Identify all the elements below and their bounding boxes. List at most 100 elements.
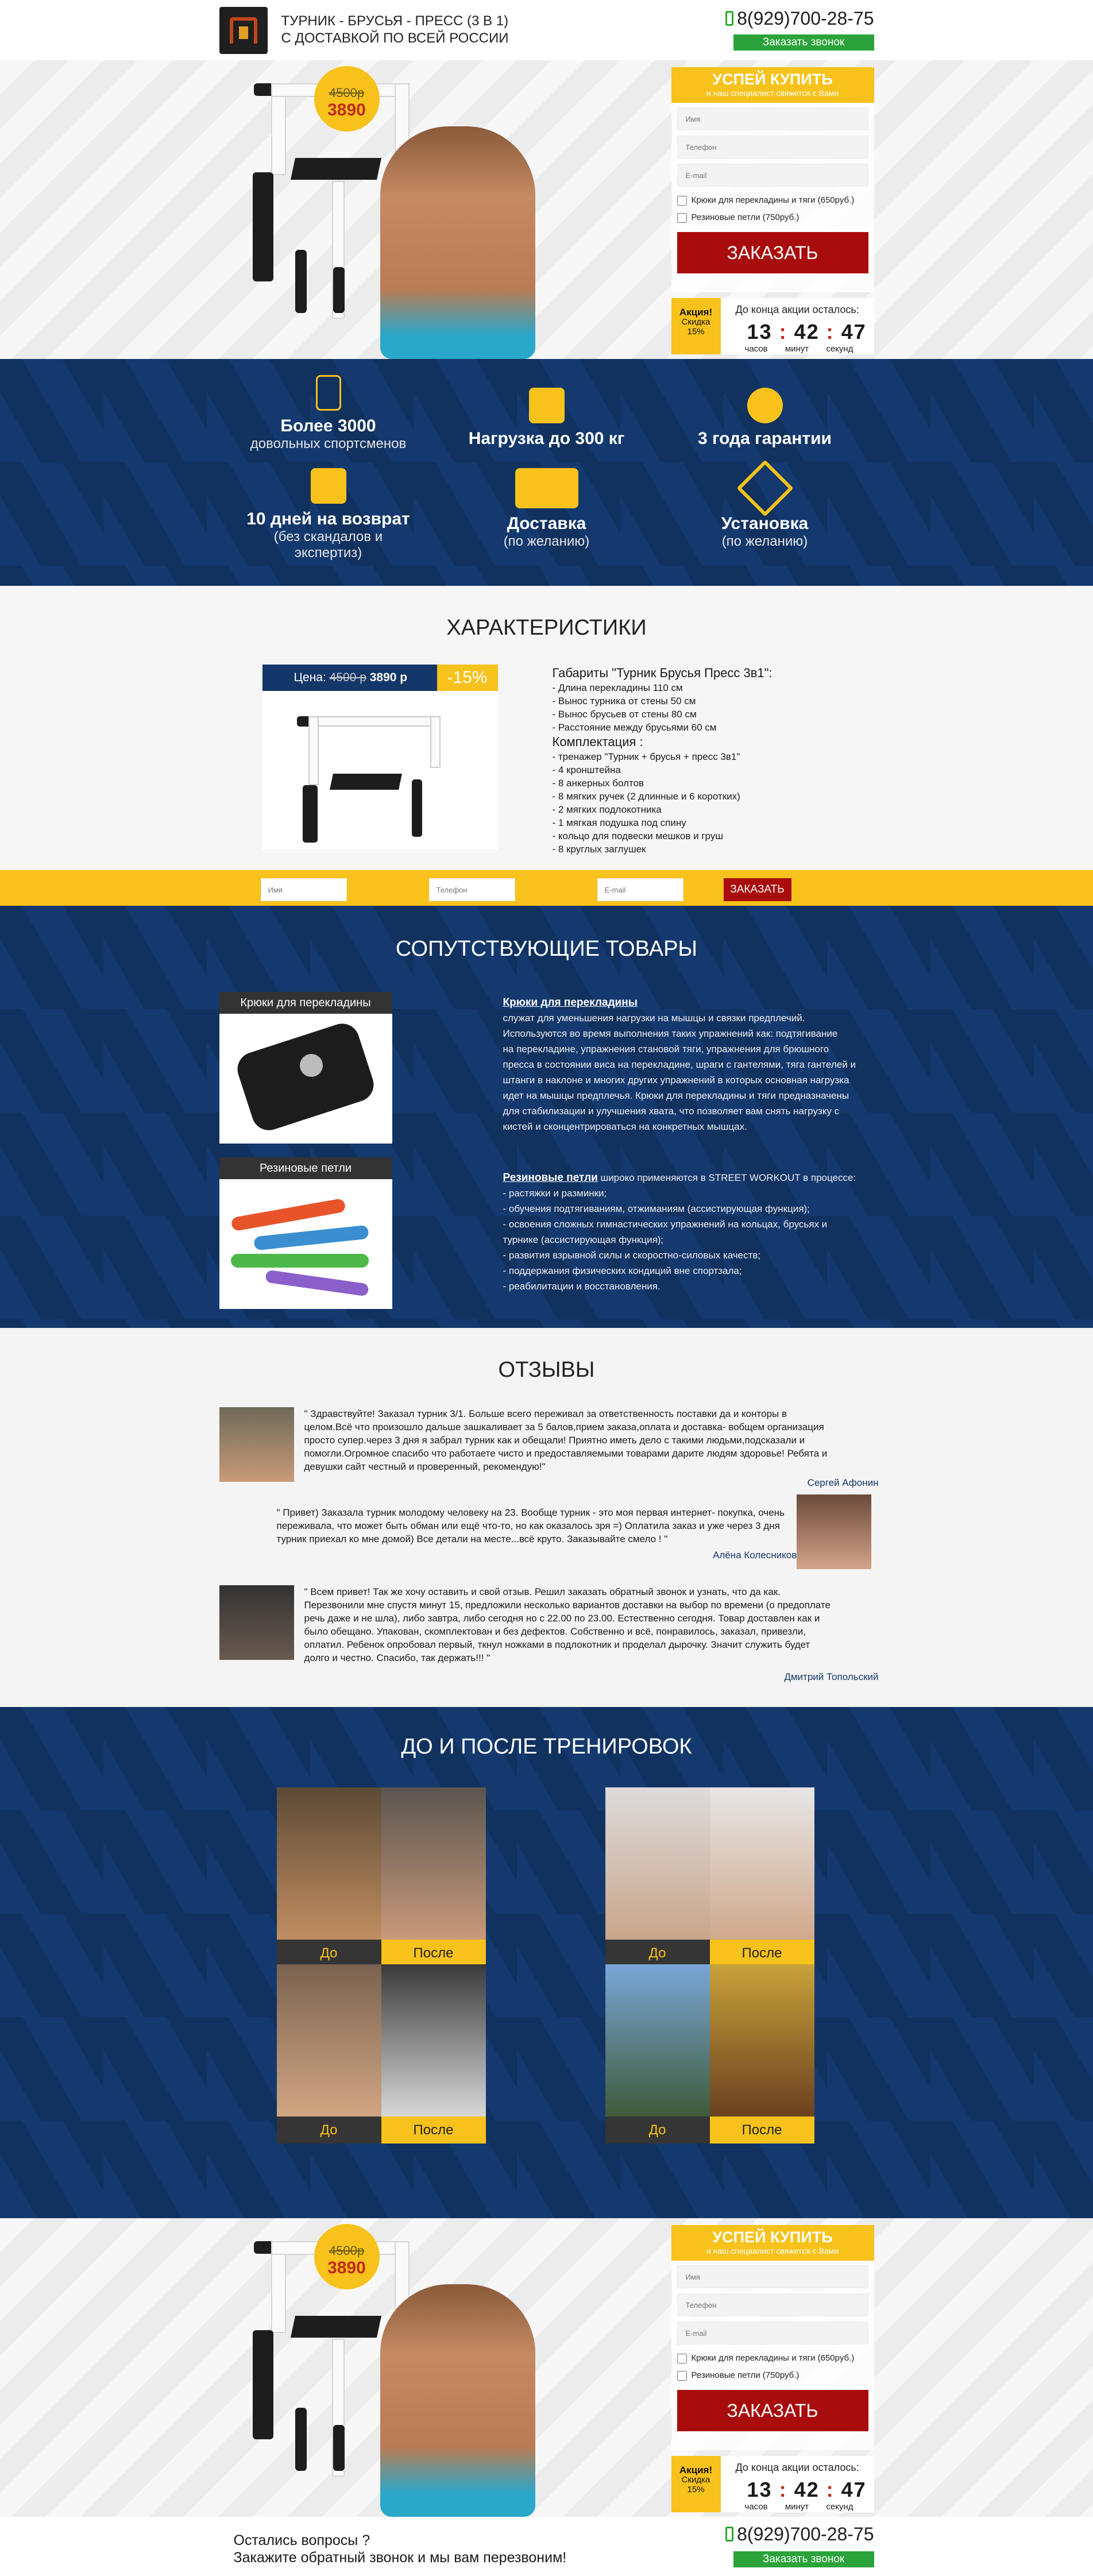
reviewer-name: Дмитрий Топольский xyxy=(784,1671,879,1682)
title-line-1: ТУРНИК - БРУСЬЯ - ПРЕСС (3 в 1) xyxy=(281,13,509,29)
hooks-image xyxy=(219,1014,392,1144)
specifications: Габариты "Турник Брусья Пресс 3в1": - Дл… xyxy=(553,665,874,856)
bar-name-input[interactable] xyxy=(260,878,347,901)
after-photo xyxy=(381,1964,486,2117)
before-label: До xyxy=(605,2117,710,2144)
bands-image xyxy=(219,1179,392,1309)
option-hooks[interactable]: Крюки для перекладины и тяги (650руб.) xyxy=(677,2350,868,2367)
product-image xyxy=(280,699,481,843)
feature-customers: Более 3000 довольных спортсменов xyxy=(219,375,438,452)
before-photo xyxy=(605,1787,710,1940)
kit-title: Комплектация : xyxy=(552,735,643,749)
related-card-bands[interactable]: Резиновые петли xyxy=(219,1157,392,1309)
related-card-hooks[interactable]: Крюки для перекладины xyxy=(219,992,392,1144)
after-photo xyxy=(709,1787,814,1940)
promo-badge: Акция! Скидка 15% xyxy=(671,2456,721,2512)
bands-checkbox[interactable] xyxy=(677,213,687,223)
tools-icon xyxy=(736,459,793,517)
before-label: До xyxy=(605,1940,710,1967)
hero-section-bottom: 4500р 3890 УСПЕЙ КУПИТЬ и наш специалист… xyxy=(0,2218,1093,2517)
order-form-header: УСПЕЙ КУПИТЬ и наш специалист свяжется с… xyxy=(671,67,874,103)
footer-phone[interactable]: 8(929)700-28-75 xyxy=(725,2524,874,2545)
timer-label: До конца акции осталось: xyxy=(735,304,859,315)
review-3: " Всем привет! Так же хочу оставить и св… xyxy=(304,1586,879,1682)
order-button[interactable]: ЗАКАЗАТЬ xyxy=(677,232,868,273)
after-photo xyxy=(381,1787,486,1940)
email-input[interactable] xyxy=(677,164,868,187)
medal-icon xyxy=(747,388,783,423)
hooks-checkbox[interactable] xyxy=(677,2353,687,2363)
before-photo xyxy=(605,1964,710,2117)
related-card-title: Резиновые петли xyxy=(219,1157,392,1179)
name-input[interactable] xyxy=(677,107,868,130)
phone-icon xyxy=(725,11,734,26)
kit-line: - 1 мягкая подушка под спину xyxy=(552,817,686,828)
before-photo xyxy=(276,1964,381,2117)
spec-line: - Длина перекладины 110 см xyxy=(552,682,683,693)
order-form-title: УСПЕЙ КУПИТЬ xyxy=(712,71,833,88)
new-price: 3890 xyxy=(327,2258,366,2277)
old-price: 4500р xyxy=(329,86,365,100)
bar-phone-input[interactable] xyxy=(428,878,515,901)
product-card: Цена: 4500 р 3890 р -15% xyxy=(262,665,498,849)
after-label: После xyxy=(381,1940,486,1967)
feature-return: 10 дней на возврат (без скандалов и экспе… xyxy=(219,468,438,561)
phone-icon xyxy=(725,2527,734,2542)
after-label: После xyxy=(381,2117,486,2144)
reviewer-name: Алёна Колесникова xyxy=(713,1550,802,1561)
reviewer-name: Сергей Афонин xyxy=(807,1477,879,1488)
before-after-section: ДО И ПОСЛЕ ТРЕНИРОВОК До После До После … xyxy=(0,1707,1093,2218)
order-form-header: УСПЕЙ КУПИТЬ и наш специалист свяжется с… xyxy=(671,2225,874,2261)
box-icon xyxy=(310,468,346,504)
call-request-button[interactable]: Заказать звонок xyxy=(733,34,874,51)
footer: Остались вопросы ? Закажите обратный звон… xyxy=(0,2517,1093,2576)
timer-units: часов минут секунд xyxy=(744,344,853,354)
new-price: 3890 xyxy=(327,101,366,119)
price-badge: 4500р 3890 xyxy=(314,2224,380,2289)
after-label: После xyxy=(709,2117,814,2144)
kit-line: - 8 мягких ручек (2 длинные и 6 коротких… xyxy=(552,791,740,802)
reviews-section: ОТЗЫВЫ " Здравствуйте! Заказал турник 3/… xyxy=(0,1328,1093,1707)
feature-load: Нагрузка до 300 кг xyxy=(438,388,656,449)
hooks-description: Крюки для перекладины служат для уменьше… xyxy=(503,997,856,1132)
athlete-photo xyxy=(380,126,535,359)
bar-order-button[interactable]: ЗАКАЗАТЬ xyxy=(723,878,791,901)
before-photo xyxy=(276,1787,381,1940)
before-label: До xyxy=(276,1940,381,1967)
site-title: ТУРНИК - БРУСЬЯ - ПРЕСС (3 в 1) С ДОСТАВ… xyxy=(281,13,509,47)
promo-badge: Акция! Скидка 15% xyxy=(671,298,721,354)
before-label: До xyxy=(276,2117,381,2144)
hooks-checkbox[interactable] xyxy=(677,195,687,206)
timer-label: До конца акции осталось: xyxy=(735,2462,859,2473)
athlete-photo xyxy=(380,2284,535,2517)
athlete-icon xyxy=(315,375,341,411)
discount-badge: -15% xyxy=(437,665,498,691)
countdown-timer: Акция! Скидка 15% До конца акции осталось:… xyxy=(671,2456,874,2512)
price-badge: 4500р 3890 xyxy=(314,66,380,132)
logo-icon[interactable] xyxy=(219,7,268,54)
spec-line: - Расстояние между брусьями 60 см xyxy=(552,722,717,733)
phone-input[interactable] xyxy=(677,2293,868,2316)
phone-input[interactable] xyxy=(677,136,868,159)
related-goods-section: СОПУТСТВУЮЩИЕ ТОВАРЫ Крюки для переклади… xyxy=(0,906,1093,1328)
header-phone[interactable]: 8(929)700-28-75 xyxy=(725,8,874,29)
option-bands[interactable]: Резиновые петли (750руб.) xyxy=(677,2367,868,2384)
timer-digits: 13 : 42 : 47 xyxy=(747,2478,867,2501)
option-bands[interactable]: Резиновые петли (750руб.) xyxy=(677,209,868,226)
bar-email-input[interactable] xyxy=(597,878,683,901)
after-photo xyxy=(709,1964,814,2117)
kit-line: - 8 круглых заглушек xyxy=(552,844,646,855)
order-form-title: УСПЕЙ КУПИТЬ xyxy=(712,2229,833,2246)
bands-checkbox[interactable] xyxy=(677,2370,687,2381)
footer-call-button[interactable]: Заказать звонок xyxy=(733,2551,874,2567)
product-price: Цена: 4500 р 3890 р xyxy=(262,665,455,691)
countdown-timer: Акция! Скидка 15% До конца акции осталось:… xyxy=(671,298,874,354)
header: ТУРНИК - БРУСЬЯ - ПРЕСС (3 в 1) С ДОСТАВ… xyxy=(0,0,1093,60)
dims-title: Габариты "Турник Брусья Пресс 3в1": xyxy=(552,666,773,680)
hooks-title: Крюки для перекладины xyxy=(503,997,638,1009)
email-input[interactable] xyxy=(677,2322,868,2345)
review-1: " Здравствуйте! Заказал турник 3/1. Боль… xyxy=(304,1408,879,1488)
order-button[interactable]: ЗАКАЗАТЬ xyxy=(677,2390,868,2431)
option-hooks[interactable]: Крюки для перекладины и тяги (650руб.) xyxy=(677,192,868,209)
name-input[interactable] xyxy=(677,2265,868,2288)
